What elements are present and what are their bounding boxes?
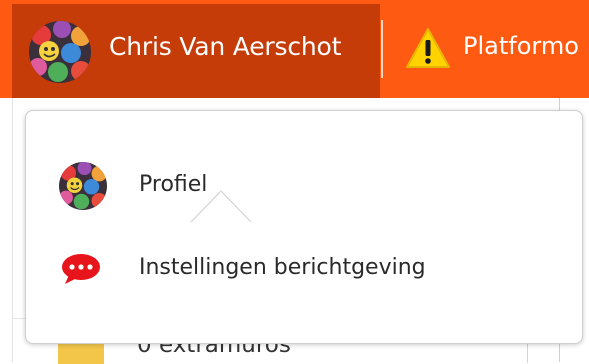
menu-item-label: Profiel [139,172,208,197]
user-dropdown-menu: Profiel Instellingen berichtgeving [25,110,583,344]
warning-icon [406,28,450,68]
user-menu-toggle[interactable]: Chris Van Aerschot [12,4,380,98]
platform-link[interactable]: Platformo [463,32,579,60]
user-name: Chris Van Aerschot [109,32,342,61]
avatar-icon [59,162,107,210]
menu-item-label: Instellingen berichtgeving [139,255,426,280]
user-avatar-icon [29,21,91,83]
menu-item-profile[interactable]: Profiel [26,156,582,216]
top-bar: Chris Van Aerschot Platformo [0,0,589,98]
topbar-divider [381,20,383,78]
chat-bubble-icon [62,254,100,284]
menu-item-notification-settings[interactable]: Instellingen berichtgeving [26,239,582,299]
